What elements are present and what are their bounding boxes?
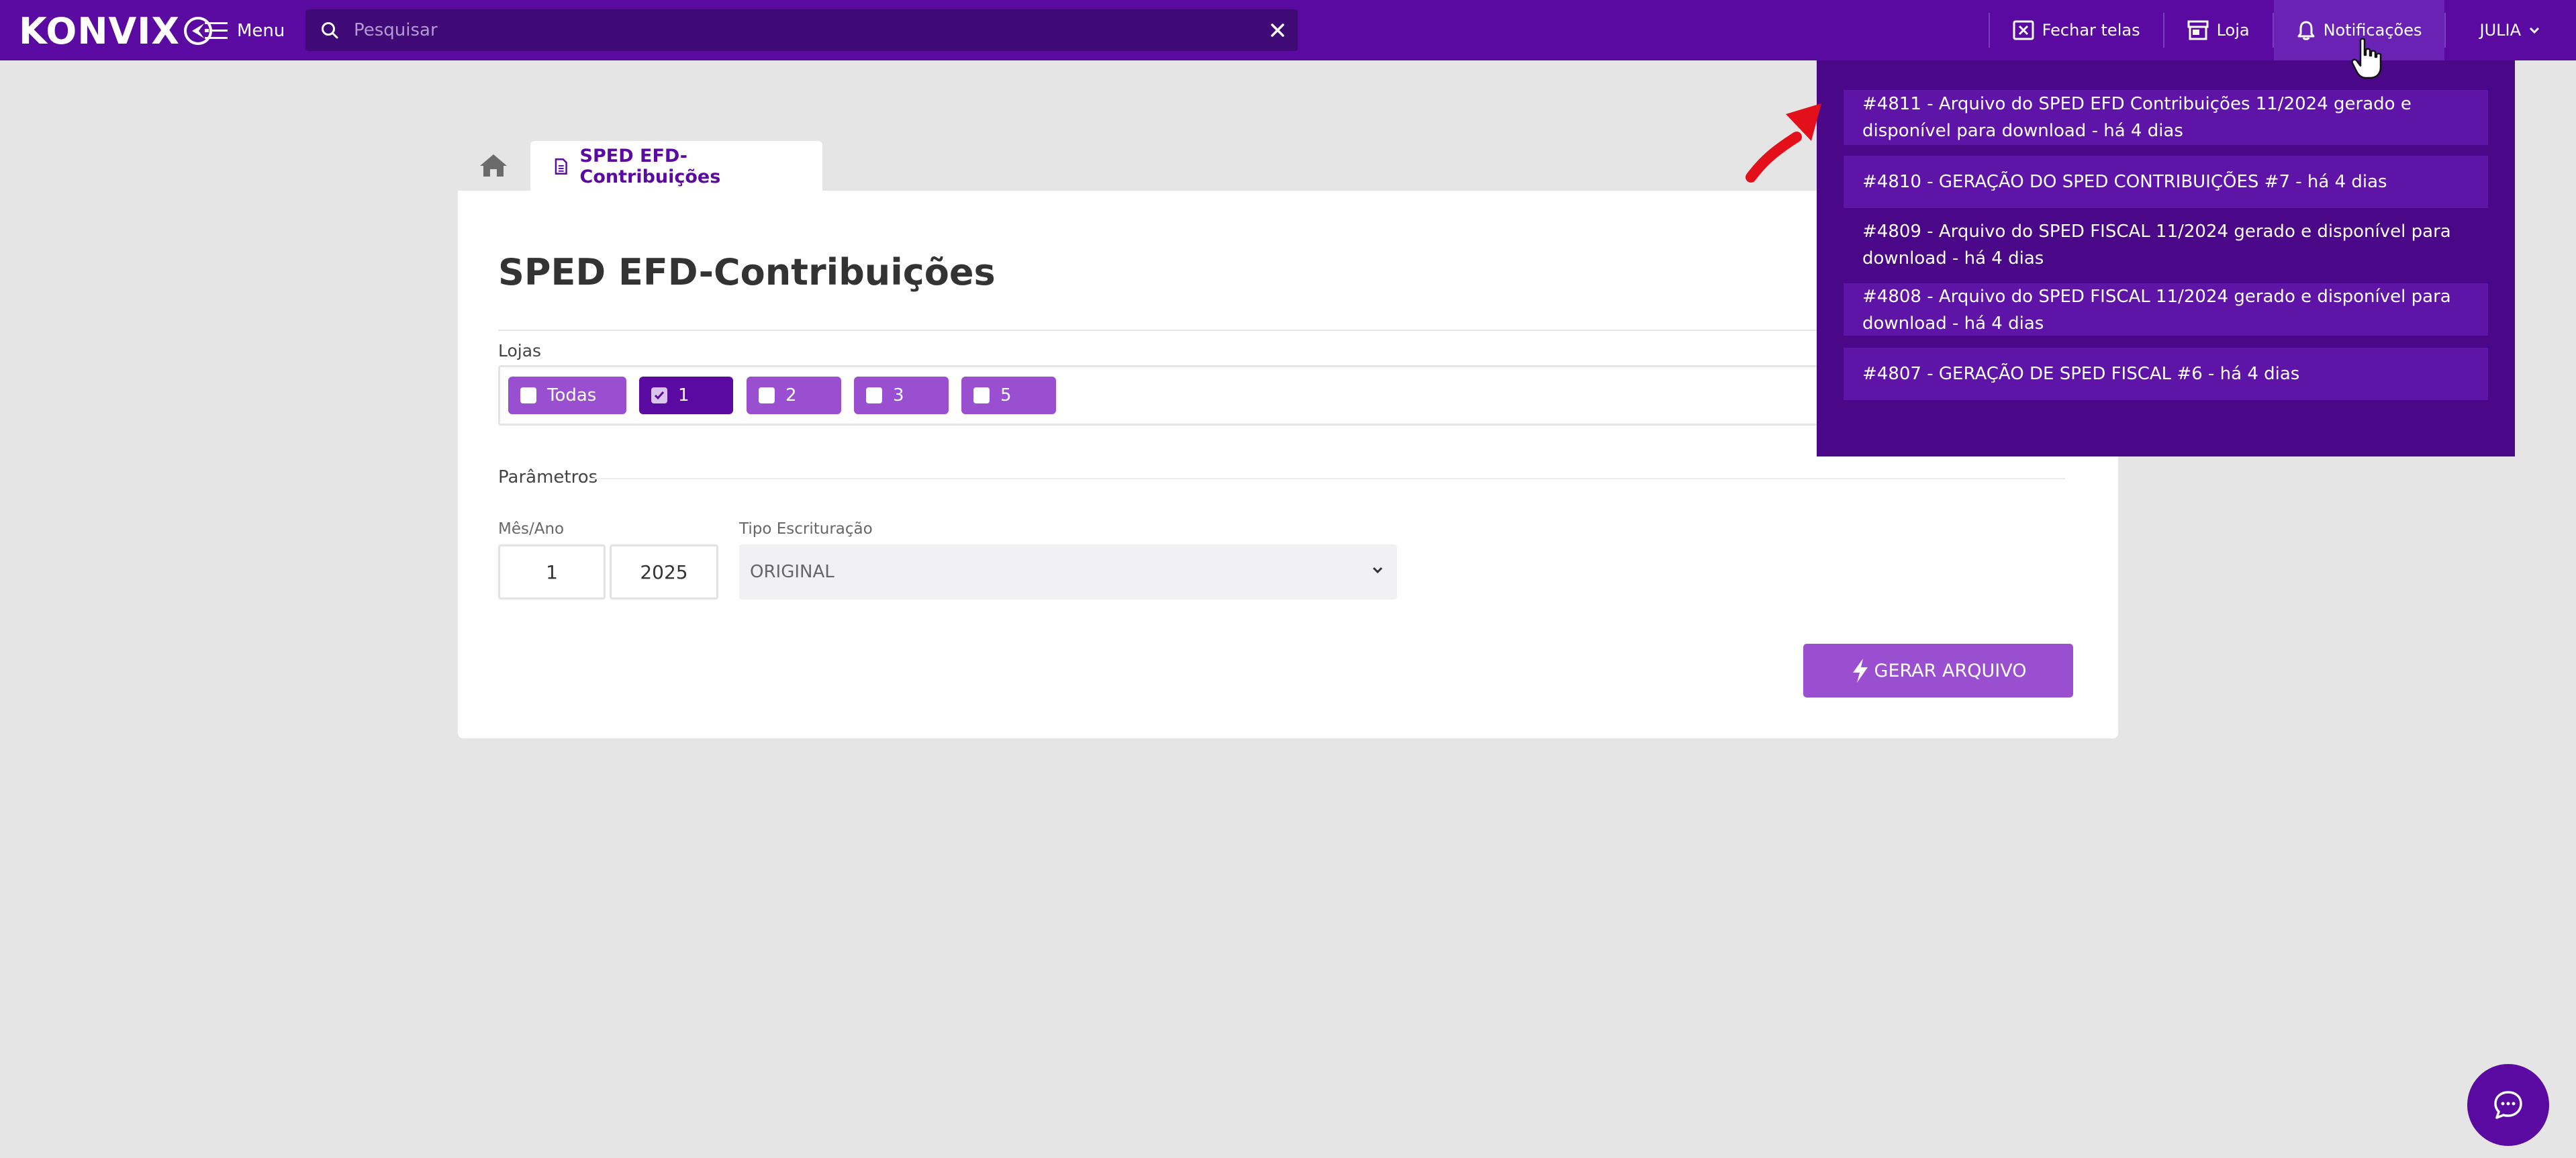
- notification-item[interactable]: #4810 - GERAÇÃO DO SPED CONTRIBUIÇÕES #7…: [1844, 156, 2488, 208]
- generate-file-label: GERAR ARQUIVO: [1874, 660, 2027, 681]
- chip-label: 1: [678, 385, 689, 405]
- chevron-down-icon: [1372, 567, 1383, 574]
- top-actions: Fechar telas Loja Notificações JULIA: [1988, 0, 2576, 60]
- top-bar: KONVIX Menu Pesquisar Fechar telas Loja …: [0, 0, 2576, 60]
- store-icon: [2187, 20, 2209, 40]
- lojas-label: Lojas: [498, 341, 542, 360]
- checkbox-checked[interactable]: [651, 387, 667, 403]
- mes-ano-label: Mês/Ano: [498, 520, 565, 538]
- close-icon: [1271, 23, 1284, 37]
- loja-chip-1[interactable]: 1: [639, 377, 733, 414]
- hand-cursor-icon: [2351, 38, 2382, 79]
- home-tab[interactable]: [460, 141, 527, 189]
- tipo-escrituracao-label: Tipo Escrituração: [739, 520, 873, 538]
- checkbox[interactable]: [866, 387, 882, 403]
- logo-text: KONVIX: [19, 9, 181, 52]
- loja-chip-5[interactable]: 5: [961, 377, 1056, 414]
- notifications-label: Notificações: [2323, 21, 2422, 40]
- menu-button[interactable]: Menu: [205, 17, 285, 44]
- notification-item[interactable]: #4809 - Arquivo do SPED FISCAL 11/2024 g…: [1844, 218, 2488, 273]
- year-input[interactable]: 2025: [610, 544, 718, 599]
- home-icon: [480, 154, 507, 177]
- notification-item[interactable]: #4811 - Arquivo do SPED EFD Contribuiçõe…: [1844, 90, 2488, 145]
- lojas-selector: Todas 1 2 3 5: [498, 365, 1915, 426]
- chip-label: Todas: [547, 385, 597, 405]
- store-label: Loja: [2216, 21, 2250, 40]
- search-icon: [322, 22, 338, 39]
- close-window-icon: [2013, 20, 2034, 40]
- page-title: SPED EFD-Contribuições: [498, 251, 996, 293]
- lightning-icon: [1852, 659, 1868, 683]
- select-value: ORIGINAL: [750, 562, 834, 582]
- close-screens-label: Fechar telas: [2042, 21, 2140, 40]
- close-screens-button[interactable]: Fechar telas: [1990, 0, 2163, 60]
- tipo-escrituracao-select[interactable]: ORIGINAL: [739, 544, 1397, 599]
- loja-chip-todas[interactable]: Todas: [508, 377, 626, 414]
- clear-search-button[interactable]: [1257, 9, 1298, 51]
- notification-item[interactable]: #4808 - Arquivo do SPED FISCAL 11/2024 g…: [1844, 283, 2488, 336]
- loja-chip-2[interactable]: 2: [747, 377, 841, 414]
- chip-label: 3: [893, 385, 904, 405]
- loja-chip-3[interactable]: 3: [854, 377, 949, 414]
- checkbox[interactable]: [759, 387, 775, 403]
- chevron-down-icon: [2529, 27, 2540, 34]
- user-name: JULIA: [2479, 21, 2521, 40]
- checkbox[interactable]: [973, 387, 990, 403]
- generate-file-button[interactable]: GERAR ARQUIVO: [1803, 644, 2073, 697]
- divider: [591, 478, 2065, 479]
- check-icon: [654, 391, 665, 400]
- store-button[interactable]: Loja: [2164, 0, 2273, 60]
- search-bar: [305, 9, 1298, 51]
- search-input[interactable]: [339, 9, 1257, 51]
- annotation-arrow-icon: [1746, 103, 1821, 183]
- checkbox[interactable]: [520, 387, 536, 403]
- menu-icon: [205, 22, 228, 39]
- chat-icon: [2494, 1091, 2522, 1119]
- logo[interactable]: KONVIX: [19, 9, 213, 52]
- tab-label: SPED EFD-Contribuições: [579, 145, 721, 187]
- chat-button[interactable]: [2467, 1064, 2549, 1146]
- menu-label: Menu: [237, 21, 285, 41]
- user-menu-button[interactable]: JULIA: [2446, 0, 2576, 60]
- bell-icon: [2297, 21, 2315, 40]
- chip-label: 2: [785, 385, 797, 405]
- notification-item[interactable]: #4807 - GERAÇÃO DE SPED FISCAL #6 - há 4…: [1844, 348, 2488, 400]
- chip-label: 5: [1000, 385, 1012, 405]
- tab-sped-efd-contribuicoes[interactable]: SPED EFD-Contribuições: [530, 141, 822, 191]
- document-icon: [555, 158, 567, 175]
- month-input[interactable]: 1: [498, 544, 606, 599]
- notifications-dropdown: #4811 - Arquivo do SPED EFD Contribuiçõe…: [1817, 60, 2515, 456]
- parametros-label: Parâmetros: [498, 467, 598, 487]
